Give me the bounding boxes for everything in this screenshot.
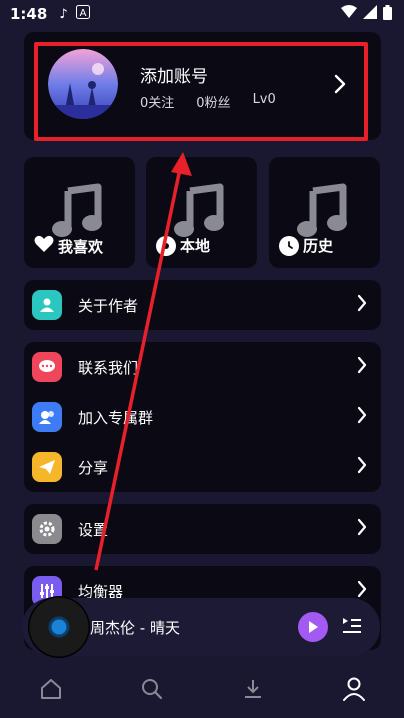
menu-item-contact[interactable]: 联系我们 — [24, 342, 381, 392]
menu-item-settings[interactable]: 设置 — [24, 504, 381, 554]
chevron-right-icon[interactable] — [334, 74, 346, 99]
music-note-icon — [174, 183, 224, 237]
signal-icon — [363, 5, 377, 23]
music-note-icon — [297, 183, 347, 237]
nav-profile[interactable] — [324, 669, 384, 709]
battery-icon — [383, 4, 392, 24]
tile-favorites[interactable]: 我喜欢 — [24, 157, 135, 268]
nav-home[interactable] — [21, 669, 81, 709]
chevron-right-icon — [357, 455, 367, 479]
gear-icon — [32, 514, 62, 544]
tile-label-history: 历史 — [303, 237, 334, 255]
menu-label-about: 关于作者 — [78, 296, 139, 315]
menu-label-contact: 联系我们 — [78, 358, 139, 377]
menu-label-share: 分享 — [78, 458, 109, 477]
album-disc[interactable] — [28, 596, 90, 658]
level-label: Lv0 — [252, 92, 276, 107]
bottom-nav — [0, 660, 404, 718]
notification-a-icon: A — [75, 5, 90, 23]
wifi-icon — [341, 5, 357, 23]
profile-stats: 0关注 0粉丝 Lv0 — [140, 92, 276, 111]
heart-icon — [34, 235, 54, 257]
playlist-queue-button[interactable] — [340, 614, 364, 638]
menu-item-about[interactable]: 关于作者 — [24, 280, 381, 330]
tile-local[interactable]: 本地 — [146, 157, 257, 268]
play-button[interactable] — [298, 612, 328, 642]
paper-plane-icon — [32, 452, 62, 482]
profile-name[interactable]: 添加账号 — [140, 62, 208, 87]
music-note-icon — [52, 183, 102, 237]
tile-label-local: 本地 — [180, 237, 211, 255]
home-icon — [40, 679, 61, 699]
mini-player[interactable]: 周杰伦 - 晴天 — [22, 596, 380, 658]
svg-text:A: A — [79, 8, 86, 19]
avatar[interactable] — [48, 49, 118, 119]
menu-item-join-group[interactable]: 加入专属群 — [24, 392, 381, 442]
chevron-right-icon — [357, 517, 367, 541]
nav-download[interactable] — [223, 669, 283, 709]
search-icon — [141, 679, 162, 700]
user-icon — [342, 677, 365, 701]
music-note-icon: ♪ — [59, 6, 68, 22]
status-bar: 1:48 ♪ A — [0, 0, 404, 28]
chevron-right-icon — [357, 355, 367, 379]
group-icon — [32, 402, 62, 432]
tile-history[interactable]: 历史 — [269, 157, 380, 268]
fans-count[interactable]: 0粉丝 — [196, 92, 230, 111]
contact-card-icon — [32, 290, 62, 320]
play-icon — [309, 621, 318, 633]
menu-label-join-group: 加入专属群 — [78, 408, 154, 427]
nav-search[interactable] — [122, 669, 182, 709]
playlist-icon — [343, 618, 361, 633]
chevron-right-icon — [357, 405, 367, 429]
chevron-right-icon — [357, 293, 367, 317]
download-icon — [244, 680, 261, 698]
chat-bubble-icon — [32, 352, 62, 382]
local-music-icon — [156, 235, 176, 256]
follows-count[interactable]: 0关注 — [140, 92, 174, 111]
tile-label-favorites: 我喜欢 — [58, 237, 104, 256]
now-playing-track[interactable]: 周杰伦 - 晴天 — [90, 617, 180, 638]
menu-label-settings: 设置 — [78, 520, 109, 539]
clock-icon — [279, 235, 299, 256]
status-time: 1:48 — [10, 5, 48, 23]
menu-item-share[interactable]: 分享 — [24, 442, 381, 492]
